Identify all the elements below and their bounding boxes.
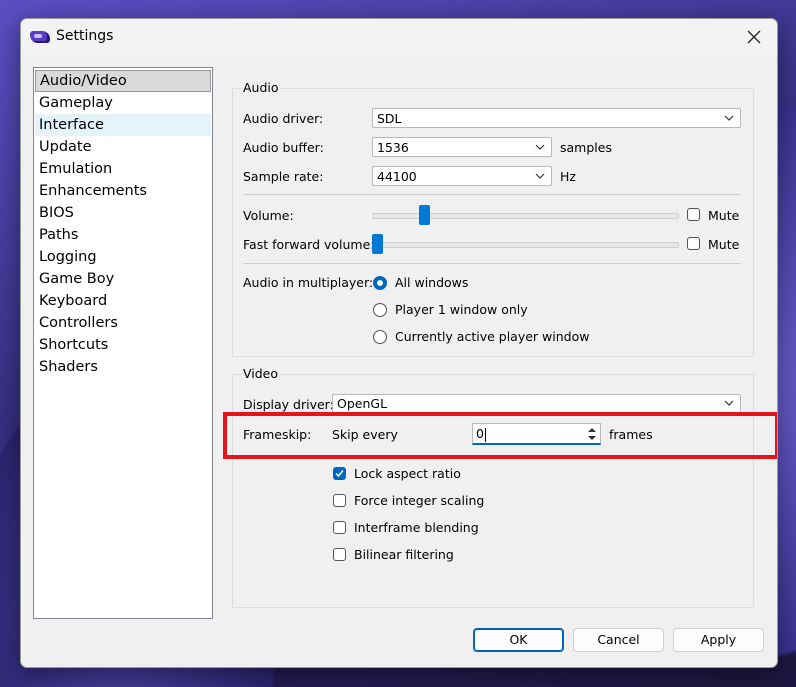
multiplayer-radio-label: All windows [395, 275, 469, 290]
annotation-highlight-box [223, 412, 777, 459]
checkmark-icon [335, 470, 344, 478]
multiplayer-radio-label: Currently active player window [395, 329, 590, 344]
audio-multiplayer-label: Audio in multiplayer: [243, 275, 374, 290]
apply-button[interactable]: Apply [673, 628, 764, 652]
video-option-label: Interframe blending [354, 520, 479, 535]
sample-rate-label: Sample rate: [243, 169, 324, 184]
audio-buffer-label: Audio buffer: [243, 140, 324, 155]
video-option-label: Bilinear filtering [354, 547, 454, 562]
display-driver-combo[interactable]: OpenGL [332, 394, 741, 412]
audio-driver-combo[interactable]: SDL [372, 108, 741, 128]
video-group-title: Video [242, 366, 280, 382]
chevron-down-icon [535, 173, 545, 179]
audio-group-title: Audio [242, 80, 280, 96]
chevron-down-icon [535, 144, 545, 150]
sidebar-item-gameplay[interactable]: Gameplay [35, 92, 211, 114]
sidebar-item-audio-video[interactable]: Audio/Video [35, 70, 211, 92]
video-option-label: Force integer scaling [354, 493, 485, 508]
sidebar-item-shortcuts[interactable]: Shortcuts [35, 334, 211, 356]
volume-mute-checkbox[interactable] [687, 208, 700, 221]
display-driver-label: Display driver: [243, 397, 334, 412]
fast-forward-mute-label: Mute [708, 237, 740, 252]
audio-buffer-combo[interactable]: 1536 [372, 137, 552, 157]
video-option-checkbox-2[interactable] [333, 521, 346, 534]
sidebar-item-paths[interactable]: Paths [35, 224, 211, 246]
volume-slider-thumb[interactable] [419, 205, 431, 225]
multiplayer-radio-label: Player 1 window only [395, 302, 528, 317]
sidebar-item-logging[interactable]: Logging [35, 246, 211, 268]
fast-forward-mute-checkbox[interactable] [687, 237, 700, 250]
divider [243, 263, 741, 264]
audio-driver-value: SDL [377, 111, 402, 126]
volume-label: Volume: [243, 208, 294, 223]
sidebar-item-bios[interactable]: BIOS [35, 202, 211, 224]
gameboy-advance-icon [30, 31, 50, 43]
fast-forward-volume-label: Fast forward volume: [243, 237, 375, 252]
sample-rate-unit: Hz [560, 169, 576, 184]
sidebar-item-controllers[interactable]: Controllers [35, 312, 211, 334]
multiplayer-radio-2[interactable] [373, 330, 387, 344]
title-bar[interactable]: Settings [21, 19, 777, 55]
settings-category-list[interactable]: Audio/Video Gameplay Interface Update Emulat… [33, 67, 213, 619]
settings-window: Settings Audio/Video Gameplay Interface Upd… [20, 18, 778, 668]
video-option-checkbox-1[interactable] [333, 494, 346, 507]
volume-mute-label: Mute [708, 208, 740, 223]
cancel-button[interactable]: Cancel [573, 628, 664, 652]
close-button[interactable] [731, 19, 777, 55]
sidebar-item-emulation[interactable]: Emulation [35, 158, 211, 180]
sidebar-item-keyboard[interactable]: Keyboard [35, 290, 211, 312]
ok-button[interactable]: OK [473, 628, 564, 652]
window-title: Settings [56, 28, 114, 44]
audio-buffer-unit: samples [560, 140, 612, 155]
sidebar-item-shaders[interactable]: Shaders [35, 356, 211, 378]
sample-rate-value: 44100 [377, 169, 417, 184]
close-icon [747, 30, 761, 44]
multiplayer-radio-1[interactable] [373, 303, 387, 317]
sample-rate-combo[interactable]: 44100 [372, 166, 552, 186]
audio-driver-label: Audio driver: [243, 111, 324, 126]
sidebar-item-interface[interactable]: Interface [35, 114, 211, 136]
multiplayer-radio-0[interactable] [373, 276, 387, 290]
fast-forward-volume-slider[interactable] [372, 242, 679, 248]
display-driver-value: OpenGL [337, 396, 388, 411]
sidebar-item-game-boy[interactable]: Game Boy [35, 268, 211, 290]
video-option-checkbox-3[interactable] [333, 548, 346, 561]
video-option-checkbox-0[interactable] [333, 467, 346, 480]
audio-buffer-value: 1536 [377, 140, 409, 155]
sidebar-item-enhancements[interactable]: Enhancements [35, 180, 211, 202]
chevron-down-icon [724, 115, 734, 121]
divider [243, 194, 741, 195]
fast-forward-volume-slider-thumb[interactable] [372, 234, 383, 254]
sidebar-item-update[interactable]: Update [35, 136, 211, 158]
video-option-label: Lock aspect ratio [354, 466, 461, 481]
chevron-down-icon [724, 400, 734, 406]
